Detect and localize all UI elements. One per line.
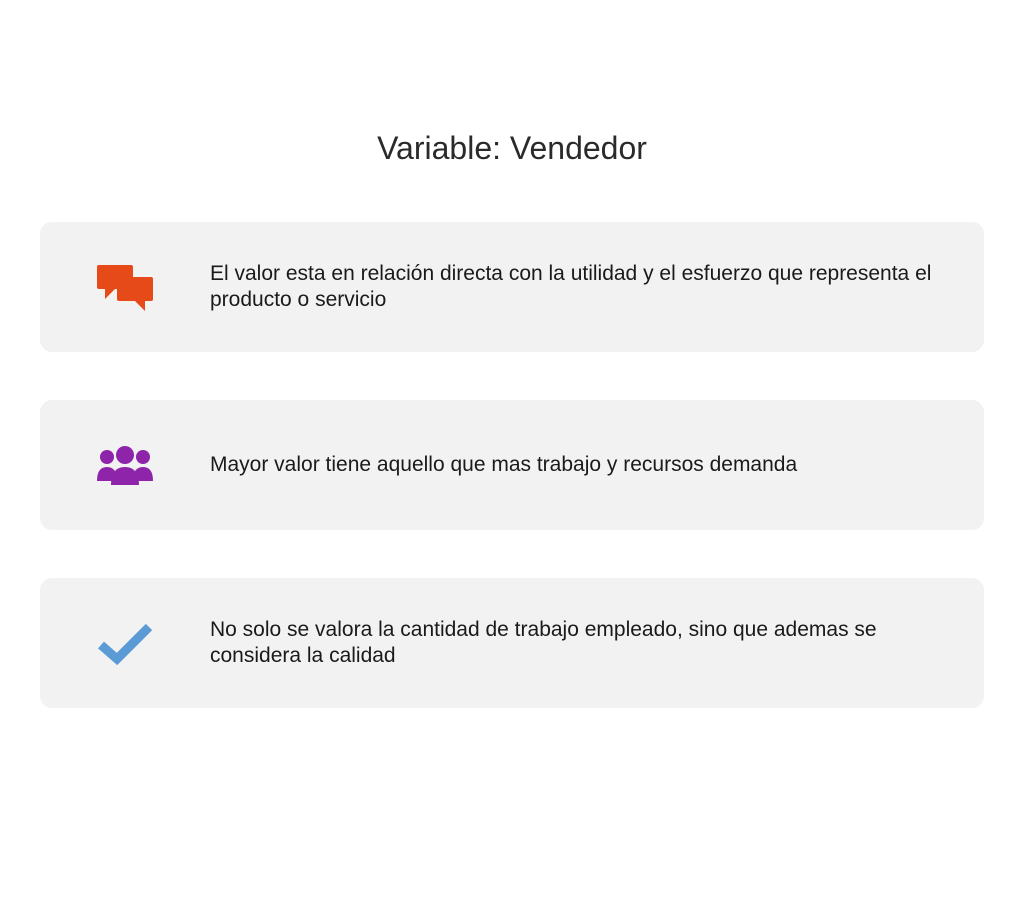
row-3: No solo se valora la cantidad de trabajo… (40, 578, 984, 708)
slide: Variable: Vendedor El valor esta en rela… (0, 130, 1024, 898)
team-icon (93, 439, 157, 491)
slide-title: Variable: Vendedor (0, 130, 1024, 167)
row-2: Mayor valor tiene aquello que mas trabaj… (40, 400, 984, 530)
row-3-text: No solo se valora la cantidad de trabajo… (210, 617, 954, 670)
row-1: El valor esta en relación directa con la… (40, 222, 984, 352)
icon-col-2 (40, 439, 210, 491)
icon-col-3 (40, 617, 210, 669)
chat-icon (93, 261, 157, 313)
row-1-text: El valor esta en relación directa con la… (210, 261, 954, 314)
row-2-text: Mayor valor tiene aquello que mas trabaj… (210, 452, 954, 478)
check-icon (93, 617, 157, 669)
icon-col-1 (40, 261, 210, 313)
content-rows: El valor esta en relación directa con la… (0, 222, 1024, 708)
